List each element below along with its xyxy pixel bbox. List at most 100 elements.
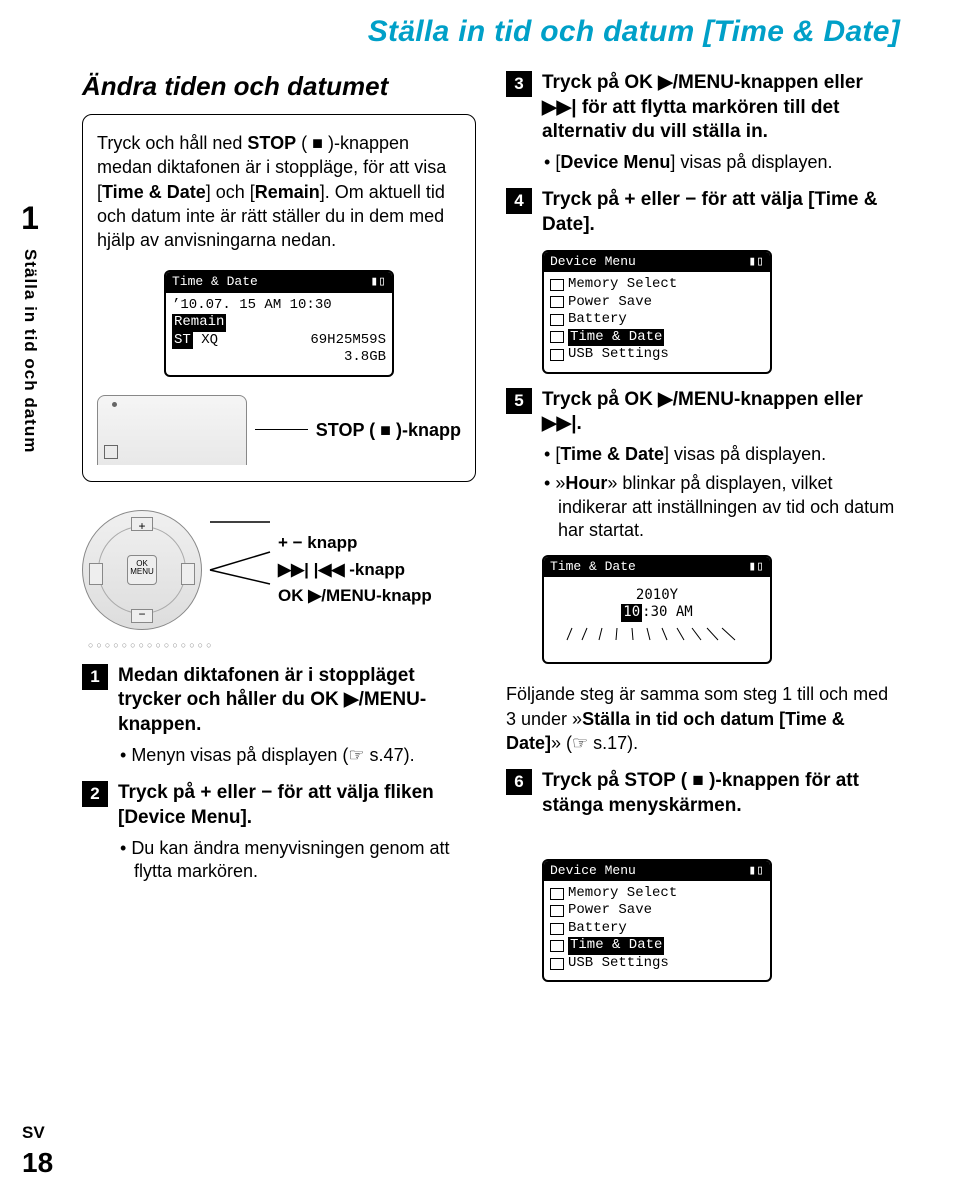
ffwd-rwd-label: ▶▶| |◀◀ -knapp	[278, 560, 432, 580]
step-number: 6	[506, 769, 532, 795]
clock-icon	[550, 940, 564, 952]
step-number: 5	[506, 388, 532, 414]
lcd4-i4: USB Settings	[568, 955, 669, 973]
step-1: 1 Medan diktafonen är i stoppläget tryck…	[82, 664, 476, 767]
step-4: 4 Tryck på + eller − för att välja [Time…	[506, 188, 900, 237]
language-code: SV	[22, 1123, 53, 1143]
s1-okmenu: OK ▶/MENU	[310, 689, 420, 710]
intro-box: Tryck och håll ned STOP ( ■ )-knappen me…	[82, 114, 476, 482]
s5-sub2: »	[555, 473, 565, 493]
s6-stop: STOP	[624, 770, 675, 791]
battery-icon: ▮▯	[370, 274, 386, 290]
lcd2-i3: Time & Date	[568, 329, 664, 347]
intro-stop: STOP	[247, 133, 296, 153]
step-6: 6 Tryck på STOP ( ■ )-knappen för att st…	[506, 769, 900, 818]
s1-sub: Menyn visas på displayen (☞ s.47).	[118, 744, 476, 767]
s5-okmenu: OK ▶/MENU	[624, 389, 734, 410]
battery-menu-icon	[550, 923, 564, 935]
lcd2-title: Device Menu	[550, 254, 636, 270]
ok-menu-button: OK MENU	[127, 555, 157, 585]
s6-text: Tryck på	[542, 770, 624, 791]
memory-icon	[550, 888, 564, 900]
lcd-screenshot-3: Time & Date ▮▯ 2010Y 10:30 AM	[542, 555, 772, 665]
page-number: 18	[22, 1147, 53, 1179]
lcd4-i1: Power Save	[568, 902, 652, 920]
page-footer: SV 18	[22, 1123, 53, 1179]
battery-menu-icon	[550, 314, 564, 326]
plus-icon: +	[138, 519, 145, 533]
s5-text: Tryck på	[542, 389, 624, 410]
lcd3-line1: 2010Y	[550, 587, 764, 605]
lcd1-line1: ’10.07. 15 AM 10:30	[172, 297, 386, 315]
lcd4-i3: Time & Date	[568, 937, 664, 955]
s5-sub2: » blinkar på displayen, vilket indikerar…	[558, 473, 894, 540]
s5-sub1-b: Time & Date	[560, 444, 664, 464]
lcd3-rest: :30 AM	[642, 604, 693, 620]
minus-icon: −	[138, 607, 145, 621]
lcd3-hour: 10	[621, 604, 642, 622]
intro-timedate: Time & Date	[102, 182, 206, 202]
callout-lines	[210, 510, 270, 630]
step-number: 2	[82, 781, 108, 807]
usb-icon	[550, 958, 564, 970]
step-2: 2 Tryck på + eller − för att välja flike…	[82, 781, 476, 883]
intro-text: Tryck och håll ned	[97, 133, 247, 153]
device-top-illustration	[97, 395, 247, 465]
battery-icon: ▮▯	[748, 559, 764, 575]
lcd-screenshot-2: Device Menu ▮▯ Memory Select Power Save B…	[542, 250, 772, 374]
lcd-screenshot-4: Device Menu ▮▯ Memory Select Power Save B…	[542, 859, 772, 983]
step-5: 5 Tryck på OK ▶/MENU-knappen eller ▶▶|. …	[506, 388, 900, 543]
lcd4-title: Device Menu	[550, 863, 636, 879]
s4-text: ].	[583, 214, 595, 235]
s5-sub1: ] visas på displayen.	[664, 444, 826, 464]
step-number: 1	[82, 664, 108, 690]
chapter-number: 1	[21, 200, 39, 237]
lcd1-xq: XQ	[201, 332, 218, 348]
lcd1-title: Time & Date	[172, 274, 258, 290]
page-title: Ställa in tid och datum [Time & Date]	[50, 15, 900, 49]
okmenu-label: OK ▶/MENU-knapp	[278, 586, 432, 606]
clock-icon	[550, 331, 564, 343]
s2-sub: Du kan ändra menyvisningen genom att fly…	[118, 837, 476, 884]
lcd2-i0: Memory Select	[568, 276, 677, 294]
s3-sub-b: Device Menu	[560, 152, 670, 172]
s3-text: Tryck på	[542, 72, 624, 93]
section-vertical-title: Ställa in tid och datum	[20, 249, 40, 453]
note-text: Följande steg är samma som steg 1 till o…	[506, 682, 900, 755]
battery-icon: ▮▯	[748, 254, 764, 270]
stop-button-label: STOP ( ■ )-knapp	[316, 418, 461, 442]
power-icon	[550, 296, 564, 308]
battery-icon: ▮▯	[748, 863, 764, 879]
memory-icon	[550, 279, 564, 291]
s2-text: ].	[240, 807, 252, 828]
power-icon	[550, 905, 564, 917]
lcd4-i2: Battery	[568, 920, 627, 938]
s2-devicemenu: Device Menu	[124, 807, 240, 828]
lcd2-i2: Battery	[568, 311, 627, 329]
lcd1-remain: Remain	[172, 314, 226, 332]
lcd1-st: ST	[172, 332, 193, 350]
dial-strip	[567, 628, 747, 642]
step-number: 4	[506, 188, 532, 214]
lcd3-title: Time & Date	[550, 559, 636, 575]
s5-sub2-b: Hour	[565, 473, 607, 493]
lcd2-i1: Power Save	[568, 294, 652, 312]
s3-sub: ] visas på displayen.	[670, 152, 832, 172]
intro-remain: Remain	[255, 182, 320, 202]
lcd2-i4: USB Settings	[568, 346, 669, 364]
lcd4-i0: Memory Select	[568, 885, 677, 903]
s3-okmenu: OK ▶/MENU	[624, 72, 734, 93]
plusminus-label: + − knapp	[278, 533, 432, 553]
s4-text: Tryck på + eller − för att välja [	[542, 189, 814, 210]
usb-icon	[550, 349, 564, 361]
intro-text: ] och [	[206, 182, 255, 202]
dpad-illustration: + − OK MENU	[82, 510, 202, 630]
lcd1-size: 3.8GB	[172, 349, 386, 367]
lcd-screenshot-1: Time & Date ▮▯ ’10.07. 15 AM 10:30 Remain…	[164, 270, 394, 376]
dot-decoration: ○○○○○○○○○○○○○○○	[82, 640, 476, 650]
left-rail: 1 Ställa in tid och datum	[20, 200, 40, 453]
lcd1-time: 69H25M59S	[310, 332, 386, 350]
subheading: Ändra tiden och datumet	[82, 71, 476, 102]
step-3: 3 Tryck på OK ▶/MENU-knappen eller ▶▶| f…	[506, 71, 900, 174]
step-number: 3	[506, 71, 532, 97]
